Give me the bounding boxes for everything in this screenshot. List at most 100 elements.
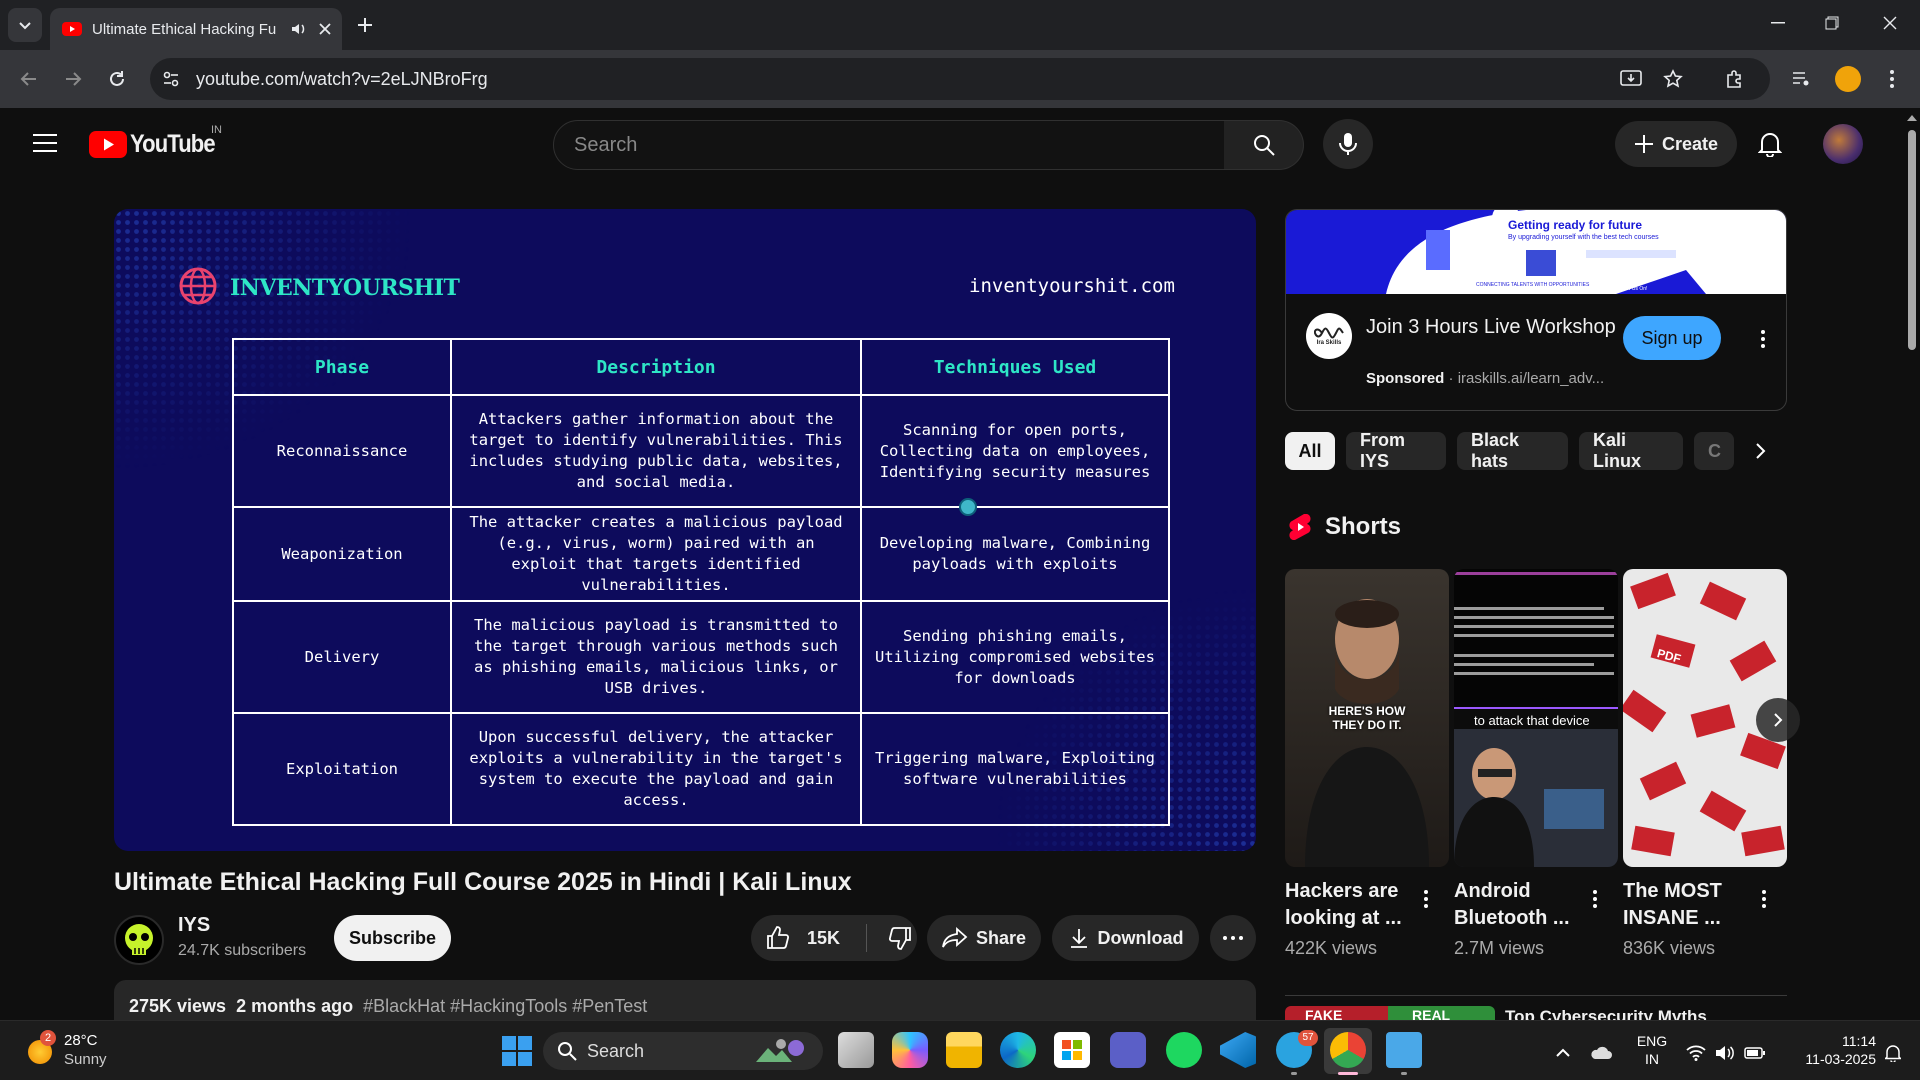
- next-video-thumbnail[interactable]: FAKE REAL: [1285, 1006, 1495, 1020]
- network-tray[interactable]: [1684, 1040, 1708, 1066]
- install-app-button[interactable]: [1616, 64, 1646, 94]
- edge-browser-icon[interactable]: [1000, 1032, 1036, 1068]
- address-bar[interactable]: youtube.com/watch?v=2eLJNBroFrg: [150, 58, 1770, 100]
- subscribe-label: Subscribe: [348, 927, 437, 948]
- scrollbar-thumb[interactable]: [1908, 130, 1916, 350]
- short-menu-button-3[interactable]: [1754, 884, 1774, 914]
- volume-tray[interactable]: [1713, 1040, 1737, 1066]
- ad-banner-headline: Getting ready for future: [1508, 218, 1643, 232]
- short-thumbnail-1[interactable]: HERE'S HOW THEY DO IT.: [1285, 569, 1449, 867]
- file-explorer-icon[interactable]: [946, 1032, 982, 1068]
- search-input[interactable]: Search: [553, 120, 1225, 170]
- weather-widget[interactable]: 2 28°C Sunny: [26, 1030, 126, 1072]
- chevron-right-icon: [1774, 713, 1783, 727]
- back-button[interactable]: [12, 62, 46, 96]
- short-menu-button-1[interactable]: [1416, 884, 1436, 914]
- youtube-logo[interactable]: YouTube: [89, 130, 226, 159]
- table-cell-phase: Weaponization: [232, 506, 452, 602]
- like-count[interactable]: 15K: [807, 928, 840, 949]
- notifications-button[interactable]: [1752, 126, 1788, 162]
- chip-partial[interactable]: C: [1694, 432, 1734, 470]
- page-scrollbar[interactable]: [1904, 112, 1920, 1020]
- channel-name[interactable]: IYS: [178, 914, 210, 937]
- teams-icon[interactable]: [1110, 1032, 1146, 1068]
- chip-all[interactable]: All: [1285, 432, 1335, 470]
- next-video-title[interactable]: Top Cybersecurity Myths: [1505, 1007, 1707, 1020]
- speaker-icon[interactable]: [290, 20, 308, 38]
- short-menu-button-2[interactable]: [1585, 884, 1605, 914]
- shorts-next-button[interactable]: [1756, 698, 1800, 742]
- notepad-icon[interactable]: [1386, 1032, 1422, 1068]
- user-avatar[interactable]: [1823, 124, 1863, 164]
- short-title-3[interactable]: The MOST INSANE ...: [1623, 878, 1763, 932]
- bell-icon: [1758, 133, 1782, 157]
- close-window-button[interactable]: [1872, 8, 1908, 38]
- more-actions-button[interactable]: [1210, 915, 1256, 961]
- microsoft-store-icon[interactable]: [1054, 1032, 1090, 1068]
- task-view-icon[interactable]: [838, 1032, 874, 1068]
- clock[interactable]: 11:14 11-03-2025: [1780, 1032, 1876, 1068]
- copilot-icon[interactable]: [892, 1032, 928, 1068]
- tray-overflow-button[interactable]: [1550, 1040, 1576, 1066]
- forward-button[interactable]: [56, 62, 90, 96]
- chips-next-button[interactable]: [1742, 432, 1778, 470]
- speaker-icon: [1716, 1046, 1734, 1060]
- hashtags[interactable]: #BlackHat #HackingTools #PenTest: [363, 996, 647, 1016]
- table-cell-phase: Exploitation: [232, 712, 452, 826]
- short-title-1[interactable]: Hackers are looking at ...: [1285, 878, 1425, 932]
- ad-banner[interactable]: Getting ready for future By upgrading yo…: [1286, 210, 1786, 294]
- chevron-down-icon: [19, 22, 31, 30]
- video-player[interactable]: INVENTYOURSHIT inventyourshit.com Phase …: [114, 209, 1256, 851]
- table-header-description: Description: [450, 338, 862, 396]
- short-thumbnail-2[interactable]: to attack that device: [1454, 569, 1618, 867]
- onedrive-tray[interactable]: [1588, 1040, 1614, 1066]
- create-button[interactable]: Create: [1615, 121, 1737, 167]
- youtube-logo-text: YouTube: [130, 130, 216, 158]
- profile-avatar-browser[interactable]: [1835, 66, 1861, 92]
- browser-menu-button[interactable]: [1880, 64, 1904, 94]
- star-icon: [1663, 69, 1683, 88]
- hamburger-menu-button[interactable]: [28, 126, 62, 160]
- ad-signup-button[interactable]: Sign up: [1623, 316, 1721, 360]
- download-button[interactable]: Download: [1052, 915, 1199, 961]
- search-button[interactable]: [1224, 120, 1304, 170]
- extensions-button[interactable]: [1720, 64, 1750, 94]
- chip-label: All: [1298, 440, 1322, 461]
- share-button[interactable]: Share: [927, 915, 1041, 961]
- browser-tab-active[interactable]: Ultimate Ethical Hacking Fu: [50, 8, 342, 50]
- close-tab-icon[interactable]: [318, 22, 332, 36]
- short-title-2[interactable]: Android Bluetooth ...: [1454, 878, 1594, 932]
- chip-kali-linux[interactable]: Kali Linux: [1579, 430, 1683, 471]
- chrome-icon[interactable]: [1330, 1032, 1366, 1068]
- table-cell-phase: Delivery: [232, 600, 452, 714]
- voice-search-button[interactable]: [1323, 119, 1373, 169]
- thumbs-up-icon[interactable]: [765, 925, 791, 951]
- tab-search-button[interactable]: [8, 8, 42, 42]
- subscribe-button[interactable]: Subscribe: [334, 915, 451, 961]
- start-button[interactable]: [502, 1036, 532, 1066]
- bookmark-button[interactable]: [1658, 64, 1688, 94]
- new-tab-button[interactable]: [352, 12, 378, 38]
- battery-tray[interactable]: [1742, 1040, 1768, 1066]
- share-label: Share: [975, 927, 1027, 948]
- ad-menu-button[interactable]: [1751, 324, 1775, 354]
- channel-avatar[interactable]: [114, 915, 164, 965]
- notification-center-button[interactable]: [1880, 1040, 1906, 1066]
- taskbar-search[interactable]: Search: [543, 1032, 823, 1070]
- upload-age: 2 months ago: [236, 996, 354, 1016]
- spotify-icon[interactable]: [1166, 1032, 1202, 1068]
- sponsored-ad-card[interactable]: Getting ready for future By upgrading yo…: [1285, 209, 1787, 411]
- chip-from-iys[interactable]: From IYS: [1346, 430, 1446, 471]
- reload-button[interactable]: [100, 62, 134, 96]
- site-info-button[interactable]: [158, 66, 184, 92]
- minimize-button[interactable]: [1760, 8, 1796, 38]
- scroll-up-icon[interactable]: [1904, 112, 1920, 124]
- restore-button[interactable]: [1814, 8, 1850, 38]
- ad-title[interactable]: Join 3 Hours Live Workshop: [1366, 314, 1616, 341]
- more-vert-icon: [1762, 890, 1766, 908]
- media-controls-button[interactable]: [1786, 64, 1816, 94]
- chip-black-hats[interactable]: Black hats: [1457, 430, 1568, 471]
- table-row: Weaponization The attacker creates a mal…: [232, 506, 1170, 602]
- thumbs-down-icon[interactable]: [887, 925, 913, 951]
- language-indicator[interactable]: ENG IN: [1632, 1032, 1672, 1068]
